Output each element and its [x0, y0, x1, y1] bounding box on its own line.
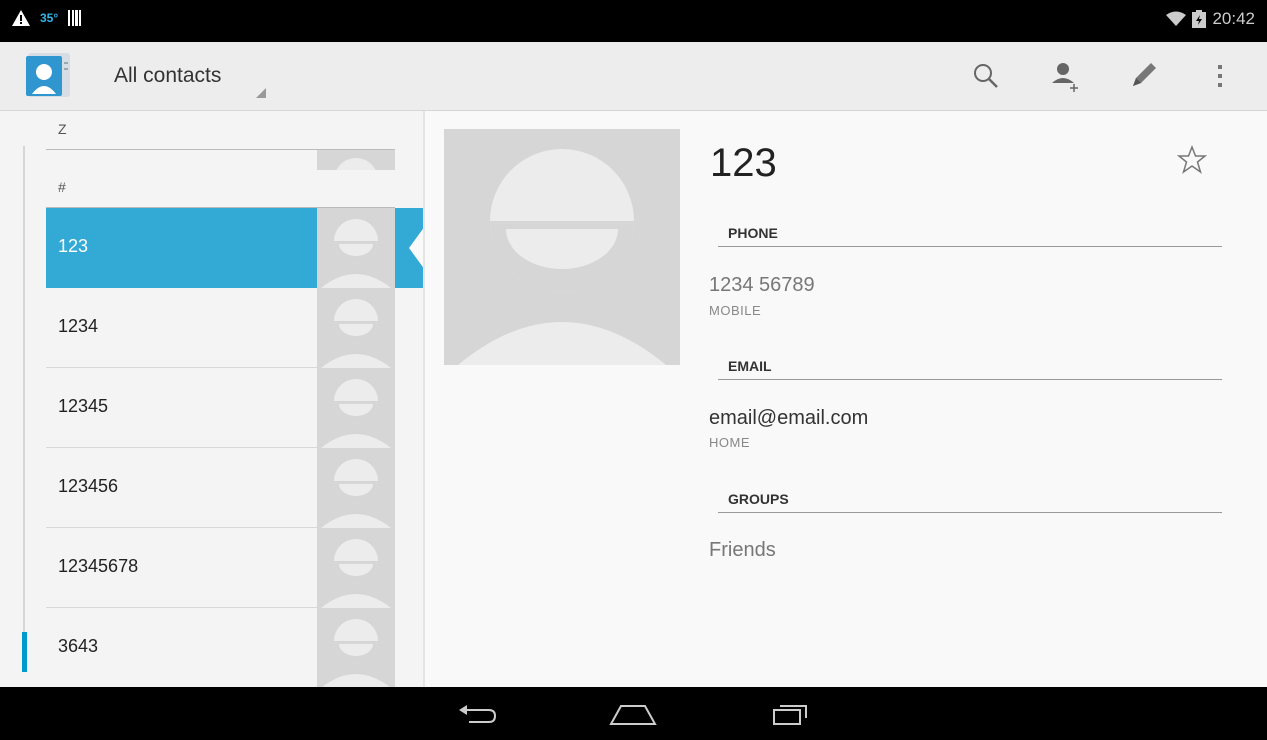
- contact-name: 123: [58, 236, 89, 256]
- add-contact-icon: [1052, 63, 1078, 92]
- phone-type: MOBILE: [709, 303, 762, 318]
- favorite-star-icon[interactable]: [1176, 144, 1208, 175]
- scroll-track: [23, 146, 25, 666]
- group-name: Friends: [709, 539, 776, 561]
- back-icon: [459, 705, 497, 723]
- contacts-app-icon[interactable]: [24, 50, 74, 100]
- email-address[interactable]: email@email.com: [709, 407, 868, 430]
- contact-name: 12345: [58, 396, 109, 416]
- contact-avatar: [317, 288, 395, 368]
- contact-row-12345[interactable]: 12345: [46, 368, 395, 448]
- fast-scroll-thumb[interactable]: [22, 632, 27, 672]
- warning-icon: [12, 10, 30, 26]
- contact-avatar: [317, 448, 395, 528]
- contact-avatar: [317, 528, 395, 608]
- contact-name: 1234: [58, 316, 99, 336]
- contact-name: 12345678: [58, 556, 139, 576]
- contact-row-3643[interactable]: 3643: [46, 608, 395, 687]
- overflow-menu-icon: [1218, 65, 1222, 87]
- selection-indicator: [395, 208, 425, 288]
- search-icon: [974, 64, 998, 88]
- battery-icon: [1192, 10, 1207, 28]
- phone-header-label: PHONE: [728, 225, 778, 241]
- email-section-header: EMAIL: [718, 349, 1222, 380]
- contact-row-12345678[interactable]: 12345678: [46, 528, 395, 608]
- temperature-indicator: 35°: [40, 11, 59, 25]
- recent-apps-icon: [773, 705, 807, 725]
- email-header-label: EMAIL: [728, 358, 772, 374]
- add-contact-button[interactable]: [1046, 56, 1086, 96]
- contact-name: 3643: [58, 636, 99, 656]
- section-header-z: Z: [46, 111, 395, 150]
- contact-photo[interactable]: [444, 129, 680, 365]
- section-header-hash: #: [46, 169, 395, 208]
- section-label: Z: [58, 121, 67, 137]
- status-bar: 35° 20:42: [0, 0, 1267, 42]
- email-type: HOME: [709, 435, 750, 450]
- contact-row-123[interactable]: 123: [46, 208, 395, 288]
- section-label: #: [58, 179, 66, 195]
- recent-apps-button[interactable]: [765, 699, 815, 729]
- contact-row-1234[interactable]: 1234: [46, 288, 395, 368]
- contact-avatar: [317, 208, 395, 288]
- navigation-bar: [0, 687, 1267, 740]
- edit-icon: [1133, 63, 1156, 86]
- phone-number[interactable]: 1234 56789: [709, 274, 815, 297]
- search-button[interactable]: [966, 56, 1006, 96]
- action-bar: All contacts: [0, 42, 1267, 111]
- contact-avatar: [317, 608, 395, 687]
- contact-detail: 123 PHONE 1234 56789 MOBILE EMAIL email@…: [425, 111, 1267, 687]
- contacts-filter-dropdown[interactable]: All contacts: [96, 52, 266, 98]
- dropdown-indicator-icon: [256, 88, 266, 98]
- back-button[interactable]: [452, 699, 502, 729]
- home-icon: [609, 705, 657, 725]
- overflow-menu-button[interactable]: [1200, 56, 1240, 96]
- home-button[interactable]: [608, 699, 658, 729]
- groups-header-label: GROUPS: [728, 491, 789, 507]
- barcode-icon: [68, 10, 82, 26]
- groups-section-header: GROUPS: [718, 482, 1222, 513]
- partial-avatar: [317, 150, 395, 170]
- contact-name: 123456: [58, 476, 119, 496]
- wifi-icon: [1166, 11, 1187, 26]
- contact-name-heading: 123: [710, 141, 777, 185]
- phone-section-header: PHONE: [718, 216, 1222, 247]
- contact-avatar: [317, 368, 395, 448]
- contact-row-123456[interactable]: 123456: [46, 448, 395, 528]
- filter-label: All contacts: [114, 64, 222, 87]
- contact-list[interactable]: Z # 123 1234 12345 123456 12345678 3643: [0, 111, 425, 687]
- edit-button[interactable]: [1123, 56, 1163, 96]
- clock: 20:42: [1212, 9, 1255, 28]
